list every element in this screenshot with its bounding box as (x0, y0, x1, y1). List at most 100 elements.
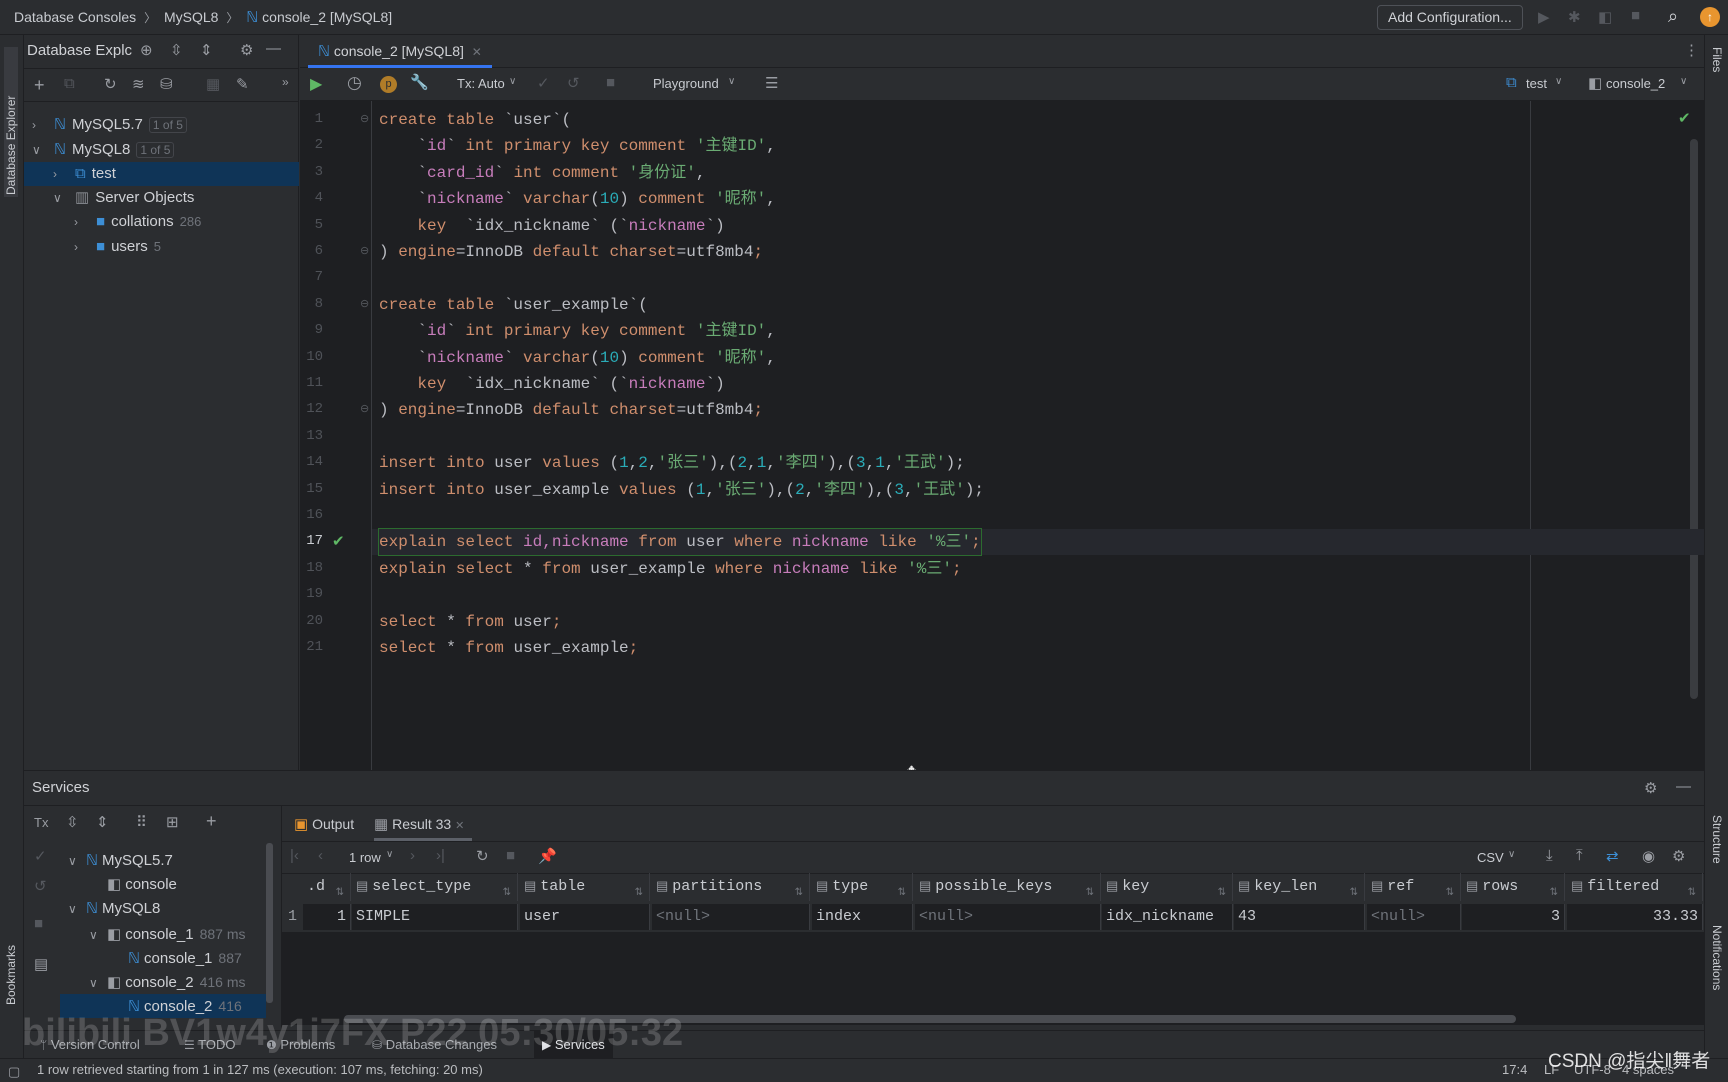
collapse-all-icon[interactable]: ⇕ (96, 813, 109, 831)
expand-all-icon[interactable]: ⇳ (66, 813, 79, 831)
stop-icon[interactable]: ■ (606, 74, 615, 91)
parameters-icon[interactable]: p (380, 76, 397, 93)
service-tree-item[interactable]: ∨ ◧ console_2 416 ms (60, 970, 266, 994)
caret-position[interactable]: 17:4 (1502, 1059, 1527, 1080)
rollback-icon[interactable]: ↺ (567, 74, 580, 92)
code-editor[interactable]: ✔ 1 ⊖ create table `user`(2 `id` int prima… (300, 101, 1704, 783)
history-icon[interactable]: ◷ (347, 73, 362, 93)
import-icon[interactable]: ⤒ (1576, 847, 1583, 864)
code-line[interactable]: key `idx_nickname` (`nickname`) (379, 371, 724, 397)
pin-icon[interactable]: 📌 (538, 847, 557, 865)
column-header[interactable]: ▤ possible_keys ⇅ (915, 873, 1101, 901)
table-cell[interactable]: <null> (1367, 904, 1461, 930)
stop-icon[interactable]: ■ (1631, 7, 1640, 24)
code-line[interactable]: explain select * from user_example where… (379, 556, 962, 582)
column-header[interactable]: ▤ ref ⇅ (1367, 873, 1461, 901)
group-icon[interactable]: ⠿ (136, 813, 147, 831)
tree-item[interactable]: ∨ ℕ MySQL8 1 of 5 (24, 138, 299, 162)
service-tree-item[interactable]: ∨ ◧ console_1 887 ms (60, 922, 266, 946)
next-page-icon[interactable]: › (410, 847, 415, 864)
code-line[interactable]: ) engine=InnoDB default charset=utf8mb4; (379, 239, 763, 265)
database-explorer-tool-button[interactable]: Database Explorer (4, 47, 18, 197)
notifications-tool-button[interactable]: Notifications (1710, 925, 1724, 990)
tree-item[interactable]: ∨ ▥ Server Objects (24, 186, 299, 210)
code-line[interactable]: `card_id` int comment '身份证', (379, 160, 705, 186)
chevron-right-icon[interactable]: › (74, 210, 88, 234)
execute-icon[interactable]: ▶ (310, 74, 322, 94)
commit-icon[interactable]: ✓ (537, 74, 550, 92)
coverage-icon[interactable]: ◧ (1598, 8, 1612, 26)
minimize-icon[interactable]: — (1676, 778, 1691, 795)
code-line[interactable]: `id` int primary key comment '主键ID', (379, 318, 775, 344)
service-tree-item[interactable]: ℕconsole_1 887 (60, 946, 266, 970)
code-line[interactable]: select * from user; (379, 609, 561, 635)
layout-icon[interactable]: ▤ (34, 955, 48, 973)
stop-icon[interactable]: ■ (506, 847, 515, 864)
service-tree-item[interactable]: ◧ console (60, 873, 266, 897)
update-icon[interactable]: ↑ (1700, 7, 1720, 27)
code-line[interactable]: insert into user values (1,2,'张三'),(2,1,… (379, 450, 965, 476)
playground-dropdown[interactable]: Playground (653, 76, 719, 91)
tree-item[interactable]: › ℕ MySQL5.7 1 of 5 (24, 113, 299, 137)
code-line[interactable]: select * from user_example; (379, 635, 638, 661)
fold-marker-icon[interactable]: ⊖ (360, 244, 369, 257)
files-tool-button[interactable]: Files (1710, 47, 1724, 72)
stop-icon[interactable]: ■ (34, 915, 43, 932)
disconnect-icon[interactable]: ⛁ (160, 75, 173, 93)
first-page-icon[interactable]: |‹ (290, 847, 299, 864)
chevron-down-icon[interactable]: ∨ (89, 923, 103, 946)
new-tab-icon[interactable]: ⊞ (166, 813, 179, 831)
session-dropdown[interactable]: console_2 (1606, 76, 1665, 91)
column-header[interactable]: ▤ type ⇅ (812, 873, 913, 901)
chevron-down-icon[interactable]: ∨ (32, 138, 46, 162)
tab-result-33[interactable]: ▦ Result 33 ✕ (374, 809, 473, 841)
gear-icon[interactable]: ⚙ (1672, 847, 1685, 865)
table-cell[interactable]: index (812, 904, 913, 930)
tab-output[interactable]: ▣ Output (294, 809, 354, 839)
panel-toggle-icon[interactable]: ▢ (8, 1061, 20, 1082)
transaction-mode-dropdown[interactable]: Tx: Auto (457, 76, 505, 91)
chevron-down-icon[interactable]: ∨ (68, 897, 82, 921)
schema-settings-icon[interactable]: ≋ (132, 75, 145, 93)
run-icon[interactable]: ▶ (1538, 8, 1550, 26)
sort-icon[interactable]: ⇅ (336, 880, 344, 901)
table-cell[interactable]: 3 (1462, 904, 1565, 930)
debug-icon[interactable]: ✱ (1568, 8, 1581, 26)
code-line[interactable]: explain select id,nickname from user whe… (378, 528, 982, 557)
collapse-all-icon[interactable]: ⇕ (200, 41, 213, 59)
code-line[interactable]: `nickname` varchar(10) comment '昵称', (379, 186, 776, 212)
structure-tool-button[interactable]: Structure (1710, 815, 1724, 864)
table-icon[interactable]: ▦ (206, 75, 220, 93)
transaction-icon[interactable]: Tx (34, 815, 48, 830)
sort-icon[interactable]: ⇅ (503, 880, 511, 901)
sort-icon[interactable]: ⇅ (1218, 880, 1226, 901)
code-line[interactable]: ) engine=InnoDB default charset=utf8mb4; (379, 397, 763, 423)
close-icon[interactable]: ✕ (455, 811, 464, 841)
chevron-down-icon[interactable]: ∨ (89, 971, 103, 994)
fold-marker-icon[interactable]: ⊖ (360, 402, 369, 415)
table-cell[interactable]: 33.33 (1567, 904, 1703, 930)
sort-icon[interactable]: ⇅ (898, 880, 906, 901)
breadcrumb-item[interactable]: MySQL8 (164, 9, 218, 25)
sort-icon[interactable]: ⇅ (635, 880, 643, 901)
table-cell[interactable]: user (520, 904, 650, 930)
chevron-down-icon[interactable]: ∨ (53, 186, 67, 210)
sort-icon[interactable]: ⇅ (1446, 880, 1454, 901)
column-header[interactable]: ▤ partitions ⇅ (652, 873, 810, 901)
column-header[interactable]: ▤ select_type ⇅ (352, 873, 518, 901)
rollback-icon[interactable]: ↺ (34, 877, 47, 895)
sort-icon[interactable]: ⇅ (1086, 880, 1094, 901)
refresh-icon[interactable]: ↻ (104, 75, 117, 93)
close-icon[interactable]: ✕ (472, 36, 482, 68)
schema-dropdown[interactable]: test (1526, 76, 1547, 91)
table-cell[interactable]: 1 (303, 904, 351, 930)
gear-icon[interactable]: ⚙ (1644, 779, 1657, 797)
bookmarks-tool-button[interactable]: Bookmarks (4, 925, 18, 1005)
tree-item[interactable]: › ⧉ test (24, 162, 299, 186)
table-cell[interactable]: <null> (915, 904, 1101, 930)
code-line[interactable]: insert into user_example values (1,'张三')… (379, 477, 984, 503)
add-icon[interactable]: + (206, 811, 217, 832)
commit-icon[interactable]: ✓ (34, 847, 47, 865)
wrench-icon[interactable]: 🔧 (410, 73, 429, 91)
tree-item[interactable]: › ■ collations 286 (24, 210, 299, 234)
